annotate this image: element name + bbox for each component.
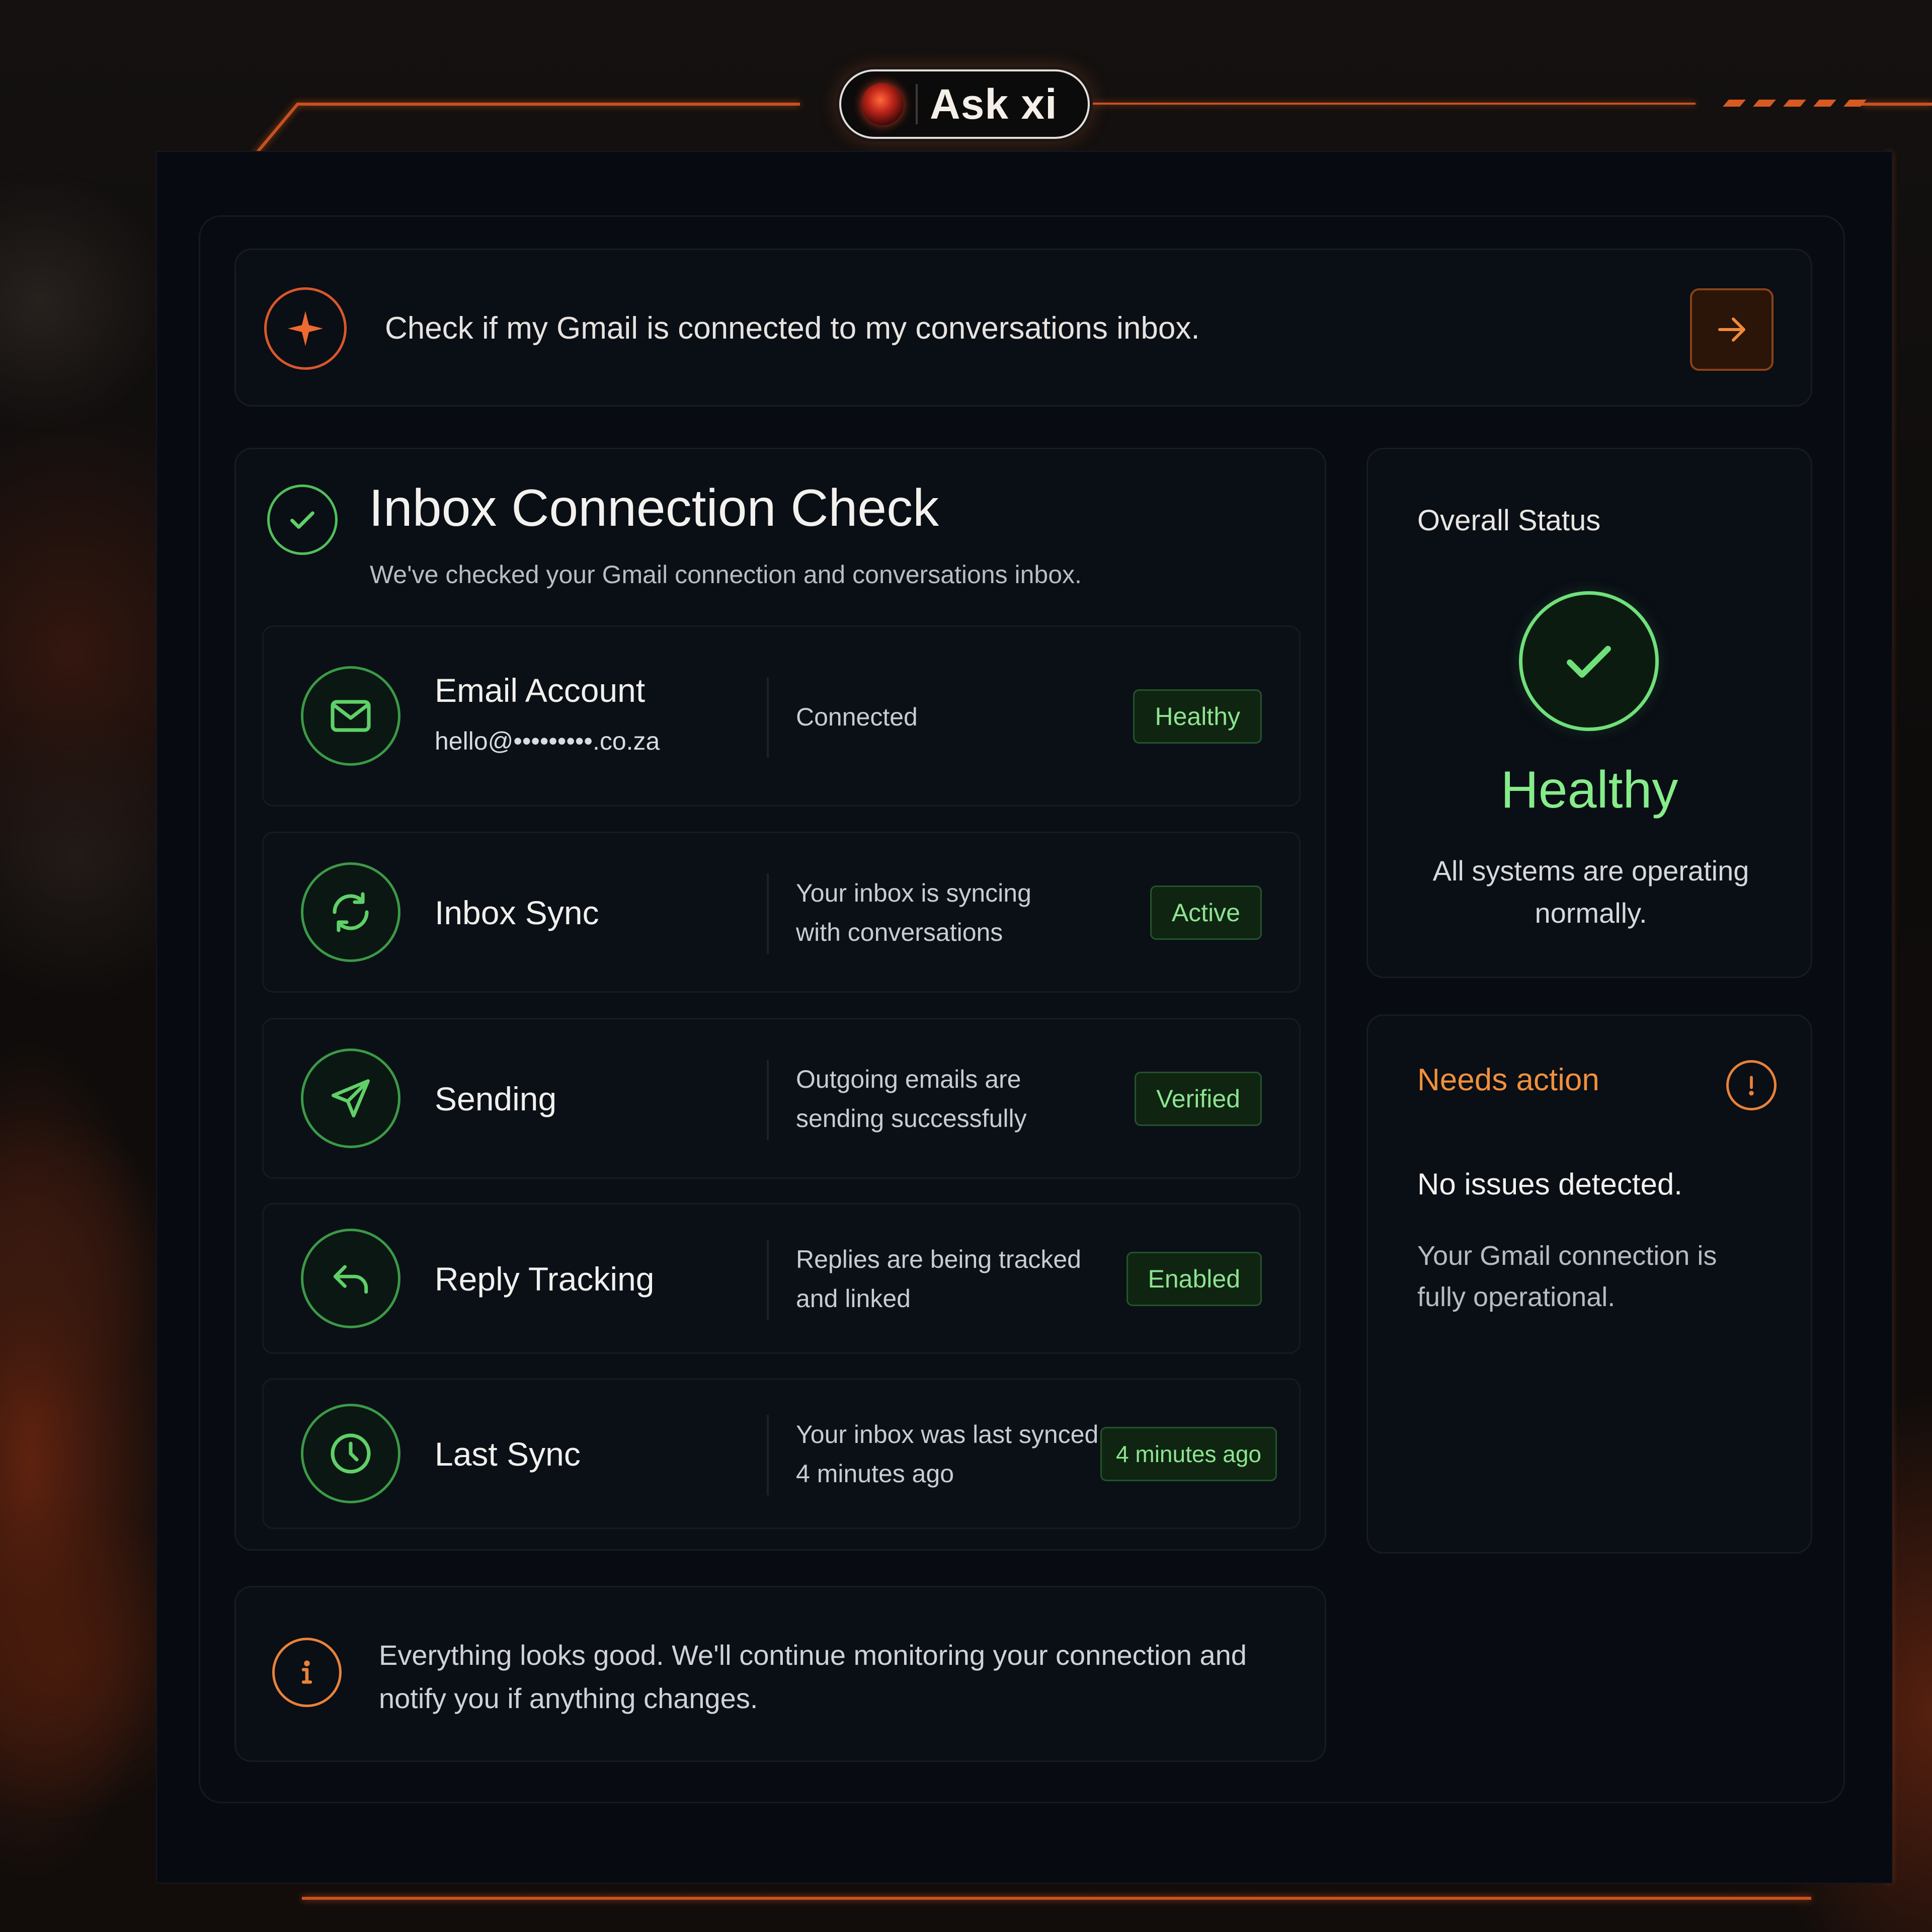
healthy-check-icon <box>1519 591 1659 731</box>
check-row-reply-tracking: Reply Tracking Replies are being tracked… <box>262 1203 1301 1354</box>
frame-dash <box>1753 100 1776 107</box>
row-description-line: Outgoing emails are <box>796 1065 1021 1093</box>
row-description: Your inbox was last synced 4 minutes ago <box>796 1415 1098 1493</box>
row-description-line: Your inbox is syncing <box>796 879 1031 907</box>
row-divider <box>767 1415 769 1495</box>
stage: Ask xi Check if my Gmail is connected to… <box>0 0 1932 1932</box>
row-email-address: hello@•••••••••.co.za <box>435 727 660 755</box>
check-title: Inbox Connection Check <box>369 479 939 537</box>
frame-dash <box>1783 100 1806 107</box>
mail-icon <box>301 666 400 766</box>
overall-status-card: Overall Status Healthy All systems are o… <box>1366 448 1812 978</box>
row-title: Sending <box>435 1080 557 1117</box>
sync-icon <box>301 862 400 962</box>
check-row-sending: Sending Outgoing emails are sending succ… <box>262 1018 1301 1179</box>
check-row-inbox-sync: Inbox Sync Your inbox is syncing with co… <box>262 832 1301 993</box>
overall-status-value: Healthy <box>1500 761 1678 819</box>
send-icon <box>301 1049 400 1148</box>
frame-line-top-left <box>297 103 800 106</box>
inbox-check-card: Inbox Connection Check We've checked you… <box>234 448 1326 1551</box>
frame-line-top-far-right <box>1862 103 1932 106</box>
row-description-line: with conversations <box>796 918 1003 946</box>
row-divider <box>767 677 769 758</box>
overall-status-label: Overall Status <box>1417 504 1601 537</box>
status-badge: Healthy <box>1133 689 1262 744</box>
row-description-line: sending successfully <box>796 1104 1027 1133</box>
row-title: Email Account <box>435 672 646 709</box>
prompt-bar: Check if my Gmail is connected to my con… <box>234 249 1812 407</box>
needs-action-title: No issues detected. <box>1417 1167 1682 1201</box>
frame-dash <box>1813 100 1836 107</box>
sparkle-icon <box>264 287 347 370</box>
check-row-email-account: Email Account hello@•••••••••.co.za Conn… <box>262 625 1301 807</box>
check-circle-icon <box>267 485 338 555</box>
clock-icon <box>301 1404 400 1503</box>
row-divider <box>767 1240 769 1320</box>
row-divider <box>767 1060 769 1140</box>
row-description: Connected <box>796 703 918 731</box>
row-description: Your inbox is syncing with conversations <box>796 873 1031 952</box>
pill-divider <box>916 84 918 124</box>
reply-icon <box>301 1229 400 1328</box>
frame-line-bottom <box>302 1897 1811 1900</box>
row-title: Inbox Sync <box>435 894 599 931</box>
row-title: Reply Tracking <box>435 1260 655 1298</box>
row-description-line: 4 minutes ago <box>796 1460 954 1488</box>
row-description: Replies are being tracked and linked <box>796 1240 1081 1318</box>
send-button[interactable] <box>1690 288 1774 371</box>
ask-xi-pill[interactable]: Ask xi <box>839 69 1090 139</box>
alert-icon <box>1726 1060 1777 1110</box>
info-text: Everything looks good. We'll continue mo… <box>379 1639 1247 1714</box>
row-title: Last Sync <box>435 1435 581 1473</box>
needs-action-label: Needs action <box>1417 1063 1599 1097</box>
status-badge: 4 minutes ago <box>1100 1427 1277 1481</box>
row-description-line: and linked <box>796 1284 911 1313</box>
status-badge: Verified <box>1135 1072 1262 1126</box>
row-description-line: Your inbox was last synced <box>796 1420 1099 1448</box>
needs-action-description: Your Gmail connection is fully operation… <box>1417 1241 1717 1312</box>
row-description: Outgoing emails are sending successfully <box>796 1060 1027 1138</box>
info-bar: Everything looks good. We'll continue mo… <box>234 1586 1326 1762</box>
check-row-last-sync: Last Sync Your inbox was last synced 4 m… <box>262 1378 1301 1529</box>
prompt-text: Check if my Gmail is connected to my con… <box>385 311 1200 346</box>
status-badge: Enabled <box>1126 1252 1262 1306</box>
background-rock <box>0 0 166 1932</box>
info-icon <box>272 1638 342 1707</box>
frame-dash <box>1723 100 1746 107</box>
frame-line-top-right <box>1092 103 1696 105</box>
check-subtitle: We've checked your Gmail connection and … <box>370 560 1082 589</box>
overall-status-description: All systems are operating normally. <box>1432 855 1749 929</box>
row-description-line: Replies are being tracked <box>796 1245 1081 1273</box>
needs-action-card: Needs action No issues detected. Your Gm… <box>1366 1014 1812 1554</box>
row-divider <box>767 873 769 954</box>
app-title: Ask xi <box>930 80 1058 128</box>
xi-orb-icon <box>861 83 904 125</box>
arrow-right-icon <box>1718 317 1745 342</box>
status-badge: Active <box>1150 886 1262 940</box>
